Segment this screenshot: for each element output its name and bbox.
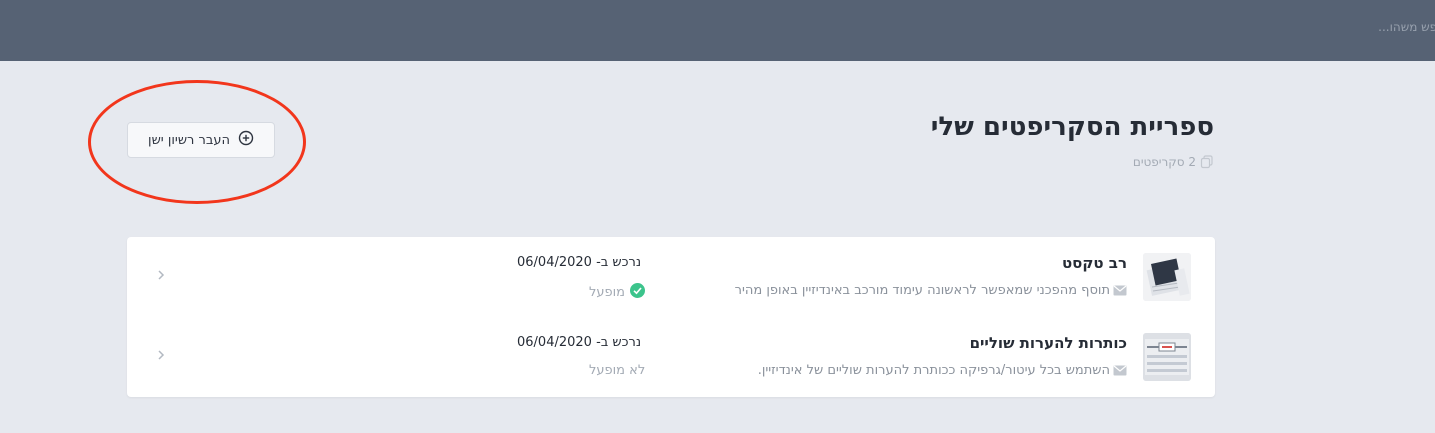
list-item[interactable]: כותרות להערות שוליים השתמש בכל עיטור/גרפ…: [127, 317, 1215, 397]
status-label: מופעל: [589, 285, 626, 300]
chevron-left-icon[interactable]: [155, 267, 165, 286]
script-description-text: תוסף מהפכני שמאפשר לראשונה עימוד מורכב ב…: [734, 283, 1110, 298]
purchase-date: נרכש ב- 06/04/2020: [517, 255, 642, 270]
import-old-license-button[interactable]: העבר רשיון ישן: [127, 122, 275, 158]
page-title: ספריית הסקריפטים שלי: [930, 112, 1214, 142]
status-badge: לא מופעל: [589, 363, 645, 378]
purchase-date: נרכש ב- 06/04/2020: [517, 335, 642, 350]
script-count-label: 2 סקריפטים: [1132, 155, 1196, 169]
import-button-label: העבר רשיון ישן: [148, 132, 230, 148]
list-item[interactable]: רב טקסט תוסף מהפכני שמאפשר לראשונה עימוד…: [127, 237, 1215, 317]
copy-icon: [1200, 155, 1214, 169]
script-name: רב טקסט: [1061, 254, 1127, 272]
check-circle-icon: [630, 283, 646, 302]
script-description-text: השתמש בכל עיטור/גרפיקה ככותרת להערות שול…: [757, 363, 1110, 378]
script-description: השתמש בכל עיטור/גרפיקה ככותרת להערות שול…: [758, 363, 1127, 378]
envelope-icon: [1113, 365, 1127, 376]
scripts-list: רב טקסט תוסף מהפכני שמאפשר לראשונה עימוד…: [127, 237, 1215, 397]
plus-circle-icon: [238, 130, 254, 150]
script-name: כותרות להערות שוליים: [969, 334, 1127, 352]
script-description: תוסף מהפכני שמאפשר לראשונה עימוד מורכב ב…: [735, 283, 1127, 298]
chevron-left-icon[interactable]: [155, 347, 165, 366]
top-bar: חפש משהו...: [0, 0, 1435, 61]
status-label: לא מופעל: [589, 363, 646, 378]
search-input[interactable]: חפש משהו...: [1378, 20, 1435, 34]
script-count: 2 סקריפטים: [1133, 155, 1214, 169]
status-badge: מופעל: [589, 283, 646, 302]
script-thumbnail: [1143, 253, 1191, 301]
script-thumbnail: [1143, 333, 1191, 381]
envelope-icon: [1113, 285, 1127, 296]
